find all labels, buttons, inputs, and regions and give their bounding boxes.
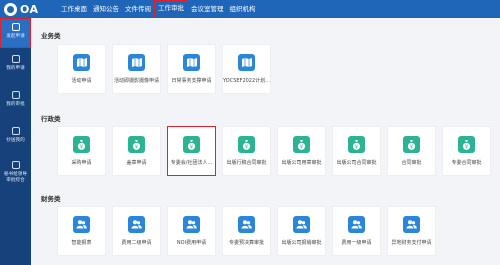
sidebar-item-label: 发起申请 [6,34,25,39]
app-card-label: YOCSEF2022计划... [223,78,270,84]
app-card-label: 活动即摄影摄像申请 [113,78,159,84]
sidebar-item-label: 抄送我的 [6,138,25,143]
top-navbar: OA 工作桌面 通知公告 文件传阅 工作审批 会议室管理 组织机构 [0,0,500,18]
app-card-label: 费用一级申请 [341,240,372,246]
app-card[interactable]: 活动即摄影摄像申请 [112,44,161,94]
card-row-business: 活动申请 活动即摄影摄像申请 日常事务支撑申请 YOCSEF2022计划... [57,44,277,94]
app-card-label: 专委预决算审批 [228,240,264,246]
app-card-label: 日常事务支撑申请 [171,78,212,84]
app-card[interactable]: ¥ 采购申请 [57,126,106,176]
money-bag-icon: ¥ [458,136,475,153]
app-card[interactable]: 费用二级申请 [112,206,161,256]
sidebar-item-cc-me[interactable]: 抄送我的 [0,122,31,152]
users-icon [238,216,255,233]
approval-icon [11,91,20,99]
logo-text: OA [20,2,39,16]
app-card[interactable]: 活动申请 [57,44,106,94]
app-card-label: 出版公司合同审批 [336,160,377,166]
app-card-label: 出版行稿合同审批 [226,160,267,166]
app-card-label: 盖章申请 [126,160,147,166]
svg-text:¥: ¥ [80,144,83,150]
svg-text:¥: ¥ [245,144,248,150]
map-icon [238,54,255,71]
app-card-label: 智能报表 [71,240,92,246]
section-title-business: 业务类 [41,32,61,40]
sidebar: 发起申请 我的申请 我的审批 抄送我的 秘书给领导 审批综合 [0,18,31,265]
sidebar-item-label: 我的审批 [6,102,25,107]
app-card[interactable]: ¥ 出版公司用章审批 [277,126,326,176]
app-card-label: 采购申请 [71,160,92,166]
app-card[interactable]: 专委预决算审批 [222,206,271,256]
app-card-label: 出版公司报销审批 [281,240,322,246]
svg-text:¥: ¥ [190,144,193,150]
document-icon [11,55,20,63]
app-card[interactable]: 费用一级申请 [332,206,381,256]
money-bag-icon: ¥ [128,136,145,153]
sidebar-item-label: 我的申请 [6,66,25,71]
card-row-finance: 智能报表 费用二级申请 NOI费用申请 专委预决算审批 出版公司报销审批 费用一… [57,206,442,256]
sidebar-item-secretary[interactable]: 秘书给领导 审批综合 [0,156,31,192]
app-card[interactable]: ¥ 专委合同审批 [442,126,491,176]
app-card[interactable]: YOCSEF2022计划... [222,44,271,94]
money-bag-icon: ¥ [348,136,365,153]
nav-item-documents[interactable]: 文件传阅 [122,0,154,18]
money-bag-icon: ¥ [293,136,310,153]
main-nav: 工作桌面 通知公告 文件传阅 工作审批 会议室管理 组织机构 [58,0,259,18]
cc-user-icon [11,127,20,135]
app-card[interactable]: ¥ 盖章申请 [112,126,161,176]
document-edit-icon [11,23,20,31]
app-card-label: 费用二级申请 [121,240,152,246]
app-card[interactable]: NOI费用申请 [167,206,216,256]
svg-text:¥: ¥ [300,144,303,150]
money-bag-icon: ¥ [183,136,200,153]
users-icon [403,216,420,233]
money-bag-icon: ¥ [238,136,255,153]
users-icon [128,216,145,233]
nav-item-approval[interactable]: 工作审批 [154,0,188,18]
users-icon [183,216,200,233]
section-title-admin: 行政类 [41,115,61,123]
app-card[interactable]: ¥ 出版公司合同审批 [332,126,381,176]
app-card-label: 出版公司用章审批 [281,160,322,166]
users-icon [293,216,310,233]
app-card-label: 活动申请 [71,78,92,84]
app-card[interactable]: 出版公司报销审批 [277,206,326,256]
sidebar-item-my-requests[interactable]: 我的申请 [0,50,31,80]
app-card[interactable]: ¥ 出版行稿合同审批 [222,126,271,176]
svg-text:¥: ¥ [135,144,138,150]
svg-text:¥: ¥ [410,144,413,150]
map-icon [128,54,145,71]
app-card[interactable]: ¥ 合同审批 [387,126,436,176]
app-card[interactable]: 智能报表 [57,206,106,256]
users-icon [348,216,365,233]
main-content: 业务类 活动申请 活动即摄影摄像申请 日常事务支撑申请 YOCSEF2022计划… [31,18,500,265]
nav-item-notices[interactable]: 通知公告 [90,0,122,18]
app-card-label: 专委会/社团法人... [170,160,213,166]
secretary-icon [11,161,20,169]
map-icon [73,54,90,71]
users-icon [73,216,90,233]
app-card-label: 合同审批 [401,160,422,166]
logo-icon [4,2,17,16]
app-card[interactable]: 日常事务支撑申请 [167,44,216,94]
nav-item-organization[interactable]: 组织机构 [227,0,259,18]
money-bag-icon: ¥ [73,136,90,153]
map-icon [183,54,200,71]
svg-text:¥: ¥ [465,144,468,150]
app-card-label: 专委合同审批 [451,160,482,166]
sidebar-item-label-line2: 审批综合 [6,178,25,183]
card-row-admin: ¥ 采购申请 ¥ 盖章申请 ¥ 专委会/社团法人... ¥ 出版行稿合同审批 ¥ [57,126,497,176]
section-title-finance: 财务类 [41,195,61,203]
app-card-label: NOI费用申请 [176,240,207,246]
nav-item-desktop[interactable]: 工作桌面 [58,0,90,18]
app-card-label: 异地财务支付申请 [391,240,432,246]
svg-text:¥: ¥ [355,144,358,150]
app-card[interactable]: 异地财务支付申请 [387,206,436,256]
app-logo[interactable]: OA [4,2,39,16]
app-card-highlighted[interactable]: ¥ 专委会/社团法人... [167,126,216,176]
sidebar-item-new-request[interactable]: 发起申请 [0,18,31,48]
sidebar-item-my-approvals[interactable]: 我的审批 [0,86,31,116]
money-bag-icon: ¥ [403,136,420,153]
nav-item-meeting-rooms[interactable]: 会议室管理 [188,0,227,18]
